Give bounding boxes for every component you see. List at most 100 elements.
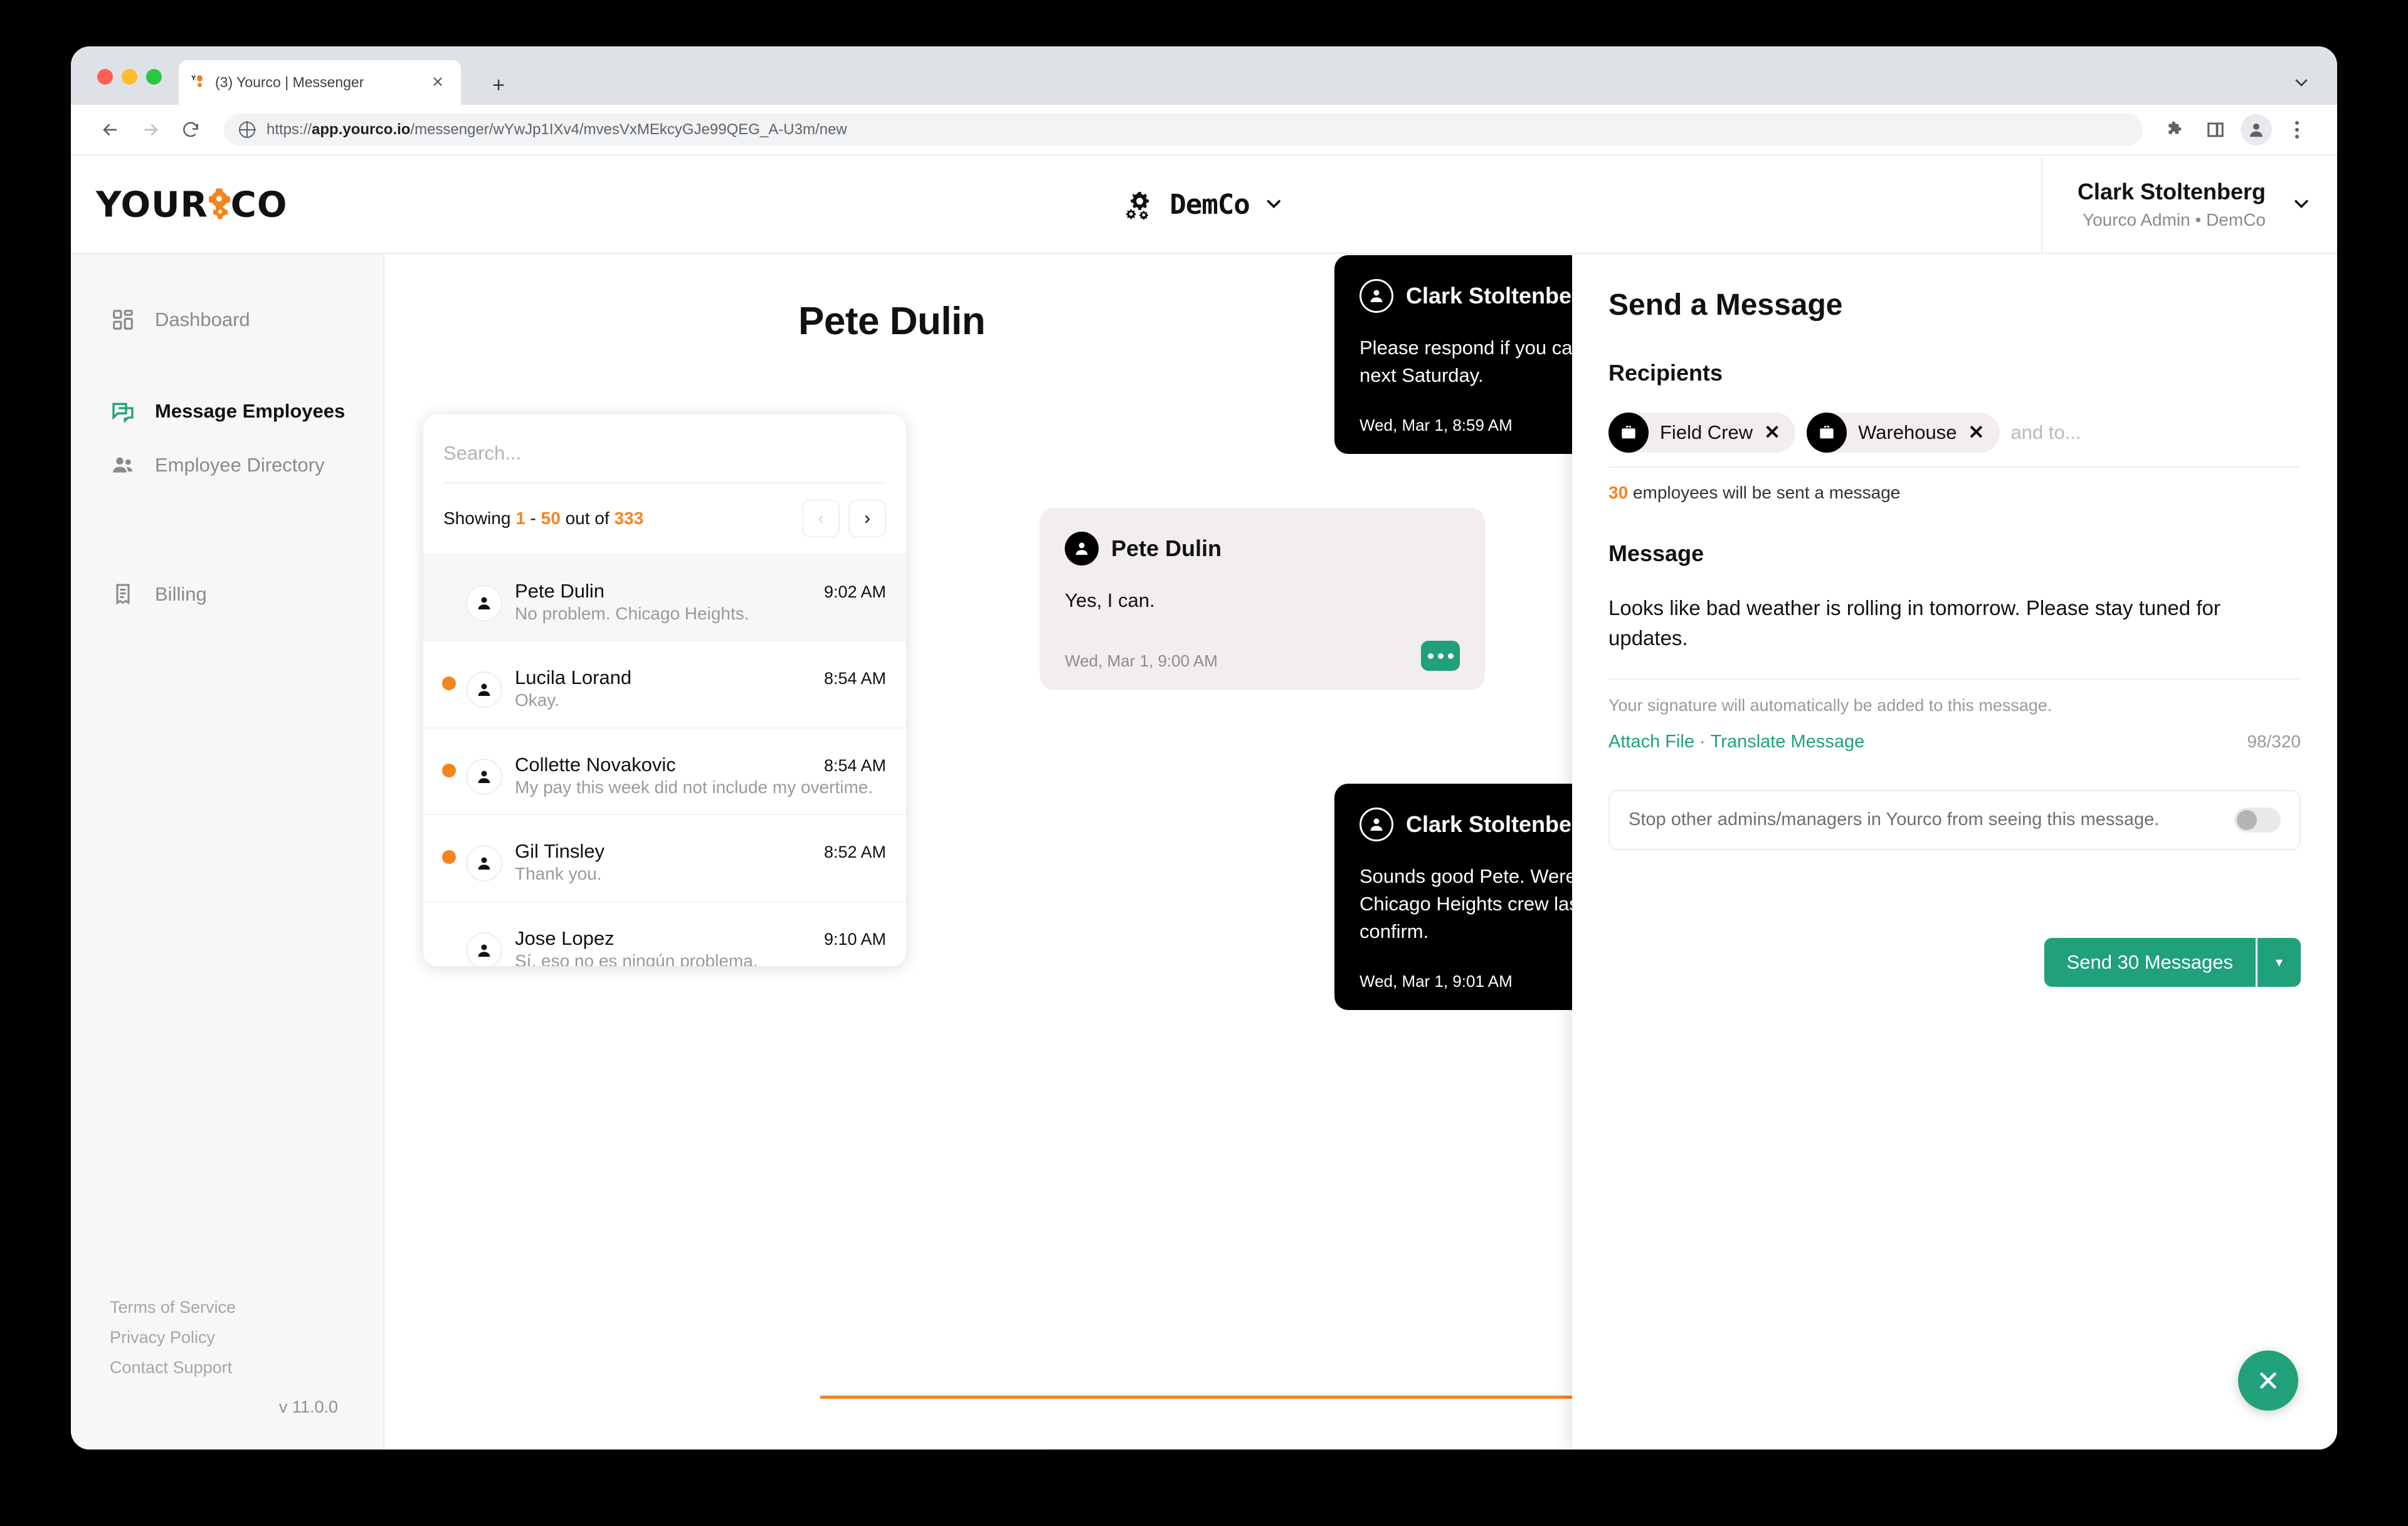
chevron-down-icon [2291, 192, 2312, 217]
close-window-button[interactable] [97, 69, 113, 85]
device-frame: Y C (3) Yourco | Messenger ✕ + [0, 0, 2408, 1526]
sidebar-item-label: Billing [155, 583, 207, 605]
character-counter: 98/320 [2247, 732, 2301, 752]
contact-support-link[interactable]: Contact Support [110, 1352, 344, 1382]
org-name-label: DemCo [1170, 189, 1250, 221]
recipients-input[interactable]: Field Crew ✕ Warehouse ✕ and to... [1608, 413, 2301, 468]
privacy-policy-link[interactable]: Privacy Policy [110, 1322, 344, 1352]
app-body: Dashboard Message Employees Employee Dir… [71, 254, 2337, 1450]
org-switcher[interactable]: DemCo [1123, 189, 1284, 221]
terms-of-service-link[interactable]: Terms of Service [110, 1292, 344, 1322]
message-textarea[interactable]: Looks like bad weather is rolling in tom… [1608, 593, 2301, 680]
message-sender: Clark Stoltenberg [1406, 283, 1595, 308]
profile-avatar[interactable] [2241, 113, 2272, 145]
browser-menu-icon[interactable] [2282, 115, 2312, 145]
sidebar-footer: Terms of Service Privacy Policy Contact … [71, 1292, 383, 1417]
browser-tab-bar: Y C (3) Yourco | Messenger ✕ + [71, 46, 2337, 105]
sidebar-item-dashboard[interactable]: Dashboard [71, 293, 383, 347]
reload-icon[interactable] [176, 115, 205, 144]
people-icon [110, 452, 136, 478]
privacy-option-row[interactable]: Stop other admins/managers in Yourco fro… [1608, 789, 2301, 850]
logo-text-left: YOUR [96, 184, 208, 225]
send-button-group: Send 30 Messages ▾ [2044, 937, 2301, 987]
address-bar[interactable]: https://app.yourco.io/messenger/wYwJp1IX… [224, 113, 2143, 146]
minimize-window-button[interactable] [122, 69, 137, 85]
recipient-chip[interactable]: Warehouse ✕ [1807, 413, 2000, 453]
recipient-count-text: employees will be sent a message [1632, 483, 1901, 502]
send-row: Send 30 Messages ▾ [1608, 937, 2301, 987]
receipt-icon [110, 581, 136, 608]
user-info: Clark Stoltenberg Yourco Admin • DemCo [2078, 177, 2266, 232]
remove-recipient-icon[interactable]: ✕ [1968, 421, 1985, 444]
chevron-down-icon[interactable] [2292, 73, 2311, 92]
split-view-icon[interactable] [2200, 115, 2231, 145]
browser-tab[interactable]: Y C (3) Yourco | Messenger ✕ [179, 60, 461, 105]
browser-window: Y C (3) Yourco | Messenger ✕ + [71, 46, 2337, 1450]
close-tab-icon[interactable]: ✕ [427, 72, 448, 93]
sidebar-item-label: Dashboard [155, 308, 250, 330]
url-text: https://app.yourco.io/messenger/wYwJp1IX… [267, 120, 847, 138]
briefcase-icon [1807, 413, 1847, 453]
privacy-toggle[interactable] [2234, 807, 2281, 833]
send-message-panel: Send a Message Recipients Field Crew ✕ W… [1572, 254, 2337, 1450]
sidebar-item-employee-directory[interactable]: Employee Directory [71, 438, 383, 492]
avatar [1065, 532, 1099, 566]
message-bubble-incoming: Pete Dulin Yes, I can. Wed, Mar 1, 9:00 … [1040, 508, 1485, 690]
message-actions: Attach File · Translate Message 98/320 [1608, 732, 2301, 752]
close-panel-button[interactable] [2238, 1350, 2298, 1411]
extensions-icon[interactable] [2160, 115, 2190, 145]
recipient-placeholder: and to... [2010, 421, 2081, 443]
signature-note: Your signature will automatically be add… [1608, 695, 2052, 715]
avatar [1360, 279, 1393, 313]
sidebar: Dashboard Message Employees Employee Dir… [71, 254, 384, 1450]
message-sender: Pete Dulin [1111, 535, 1222, 561]
logo-text-right: CO [230, 184, 288, 225]
user-role-label: Yourco Admin • DemCo [2082, 210, 2266, 230]
back-icon[interactable] [96, 115, 125, 144]
site-info-icon[interactable] [239, 121, 255, 138]
chat-icon [110, 398, 136, 424]
message-label: Message [1608, 540, 1704, 566]
attach-file-link[interactable]: Attach File [1608, 732, 1694, 752]
message-links: Attach File · Translate Message [1608, 732, 1864, 752]
new-tab-button[interactable]: + [485, 71, 512, 99]
yourco-logo[interactable]: YOUR CO [96, 184, 287, 225]
sidebar-item-billing[interactable]: Billing [71, 567, 383, 621]
user-menu[interactable]: Clark Stoltenberg Yourco Admin • DemCo [2041, 157, 2312, 253]
message-options-button[interactable] [1421, 641, 1460, 671]
sidebar-item-label: Message Employees [155, 400, 346, 422]
message-text: Yes, I can. [1065, 589, 1155, 611]
browser-url-bar: https://app.yourco.io/messenger/wYwJp1IX… [71, 105, 2337, 155]
recipient-chip-label: Warehouse [1858, 421, 1957, 443]
link-separator: · [1699, 731, 1706, 752]
recipient-count-note: 30 employees will be sent a message [1608, 483, 2301, 503]
message-sender: Clark Stoltenberg [1406, 811, 1595, 837]
browser-tab-title: (3) Yourco | Messenger [215, 74, 364, 90]
version-label: v 11.0.0 [278, 1397, 338, 1416]
recipient-count-number: 30 [1608, 483, 1629, 502]
chevron-down-icon [1264, 192, 1285, 217]
user-name-label: Clark Stoltenberg [2077, 179, 2266, 205]
maximize-window-button[interactable] [146, 69, 162, 85]
recipients-label: Recipients [1608, 360, 1723, 386]
send-button[interactable]: Send 30 Messages [2044, 938, 2256, 987]
favicon-icon: Y C [191, 75, 208, 91]
send-options-caret-icon[interactable]: ▾ [2256, 937, 2301, 987]
main-content: Pete Dulin Search... Showing 1 - 50 out … [384, 254, 2337, 1450]
sidebar-item-message-employees[interactable]: Message Employees [71, 384, 383, 438]
dashboard-icon [110, 307, 136, 333]
message-bubble-incoming: Pete Dulin No problem. Chicago Heights. … [1040, 1448, 1485, 1450]
app-header: YOUR CO DemCo Clark Stoltenberg Yourco A… [71, 157, 2337, 254]
message-timestamp: Wed, Mar 1, 9:01 AM [1360, 972, 1513, 991]
briefcase-icon [1608, 413, 1649, 453]
message-timestamp: Wed, Mar 1, 9:00 AM [1065, 651, 1218, 671]
sidebar-item-label: Employee Directory [155, 454, 325, 476]
translate-message-link[interactable]: Translate Message [1711, 732, 1865, 752]
message-timestamp: Wed, Mar 1, 8:59 AM [1360, 416, 1513, 435]
panel-title: Send a Message [1608, 288, 1843, 322]
remove-recipient-icon[interactable]: ✕ [1764, 421, 1780, 444]
forward-icon[interactable] [136, 115, 165, 144]
recipient-chip[interactable]: Field Crew ✕ [1608, 413, 1796, 453]
